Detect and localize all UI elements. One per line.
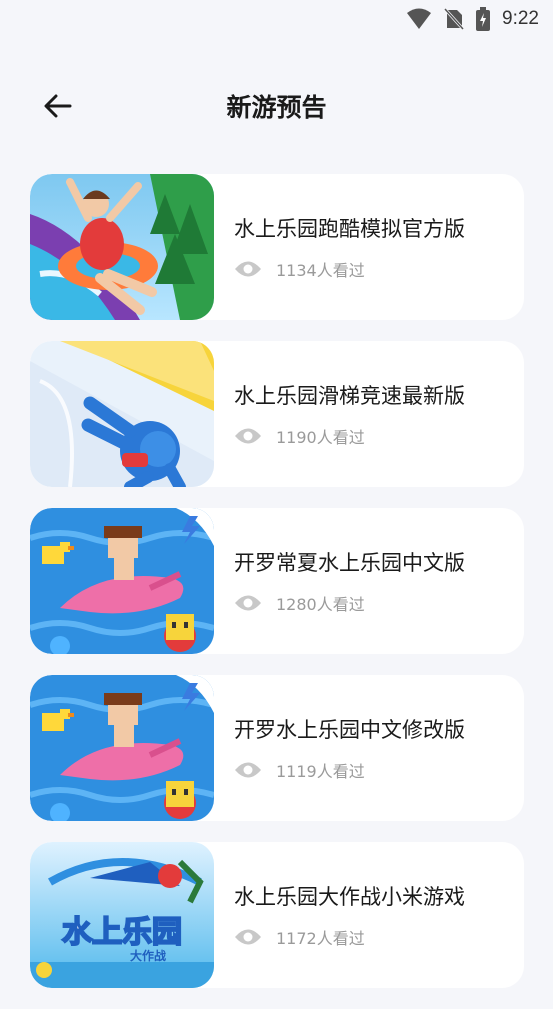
game-card[interactable]: 水上乐园跑酷模拟官方版 1134人看过 xyxy=(30,174,524,320)
game-card[interactable]: 开罗水上乐园中文修改版 1119人看过 xyxy=(30,675,524,821)
game-name: 水上乐园滑梯竞速最新版 xyxy=(234,384,465,408)
header: 新游预告 xyxy=(0,76,553,134)
view-count: 1172人看过 xyxy=(234,925,465,949)
game-thumbnail xyxy=(30,174,214,320)
view-count-text: 1190人看过 xyxy=(276,428,365,447)
view-count-text: 1280人看过 xyxy=(276,595,365,614)
status-bar: 9:22 xyxy=(0,0,553,38)
game-card[interactable]: 水上乐园 大作战 水上乐园大作战小米游戏 1172人看过 xyxy=(30,842,524,988)
eye-icon xyxy=(235,428,261,444)
game-name: 水上乐园跑酷模拟官方版 xyxy=(234,217,465,241)
view-count: 1280人看过 xyxy=(234,591,465,615)
eye-icon xyxy=(235,762,261,778)
game-card[interactable]: 开罗常夏水上乐园中文版 1280人看过 xyxy=(30,508,524,654)
eye-icon xyxy=(235,595,261,611)
no-sim-icon xyxy=(444,8,465,30)
game-name: 开罗常夏水上乐园中文版 xyxy=(234,551,465,575)
view-count: 1119人看过 xyxy=(234,758,465,782)
view-count-text: 1172人看过 xyxy=(276,929,365,948)
battery-charging-icon xyxy=(476,7,491,31)
game-thumbnail xyxy=(30,341,214,487)
view-count: 1190人看过 xyxy=(234,424,465,448)
wifi-icon xyxy=(406,8,432,30)
game-list: 水上乐园跑酷模拟官方版 1134人看过 水上乐园滑梯竞速最新版 1190人看过 … xyxy=(30,174,524,1009)
game-thumbnail xyxy=(30,675,214,821)
game-name: 水上乐园大作战小米游戏 xyxy=(234,885,465,909)
logo-text: 水上乐园 xyxy=(62,915,182,950)
clock-time: 9:22 xyxy=(502,8,539,29)
eye-icon xyxy=(235,261,261,277)
game-card[interactable]: 水上乐园滑梯竞速最新版 1190人看过 xyxy=(30,341,524,487)
game-thumbnail xyxy=(30,508,214,654)
game-thumbnail: 水上乐园 大作战 xyxy=(30,842,214,988)
view-count-text: 1134人看过 xyxy=(276,261,365,280)
page-title: 新游预告 xyxy=(226,93,327,122)
eye-icon xyxy=(235,929,261,945)
game-name: 开罗水上乐园中文修改版 xyxy=(234,718,465,742)
logo-subtext: 大作战 xyxy=(130,948,166,963)
view-count: 1134人看过 xyxy=(234,257,465,281)
view-count-text: 1119人看过 xyxy=(276,762,365,781)
